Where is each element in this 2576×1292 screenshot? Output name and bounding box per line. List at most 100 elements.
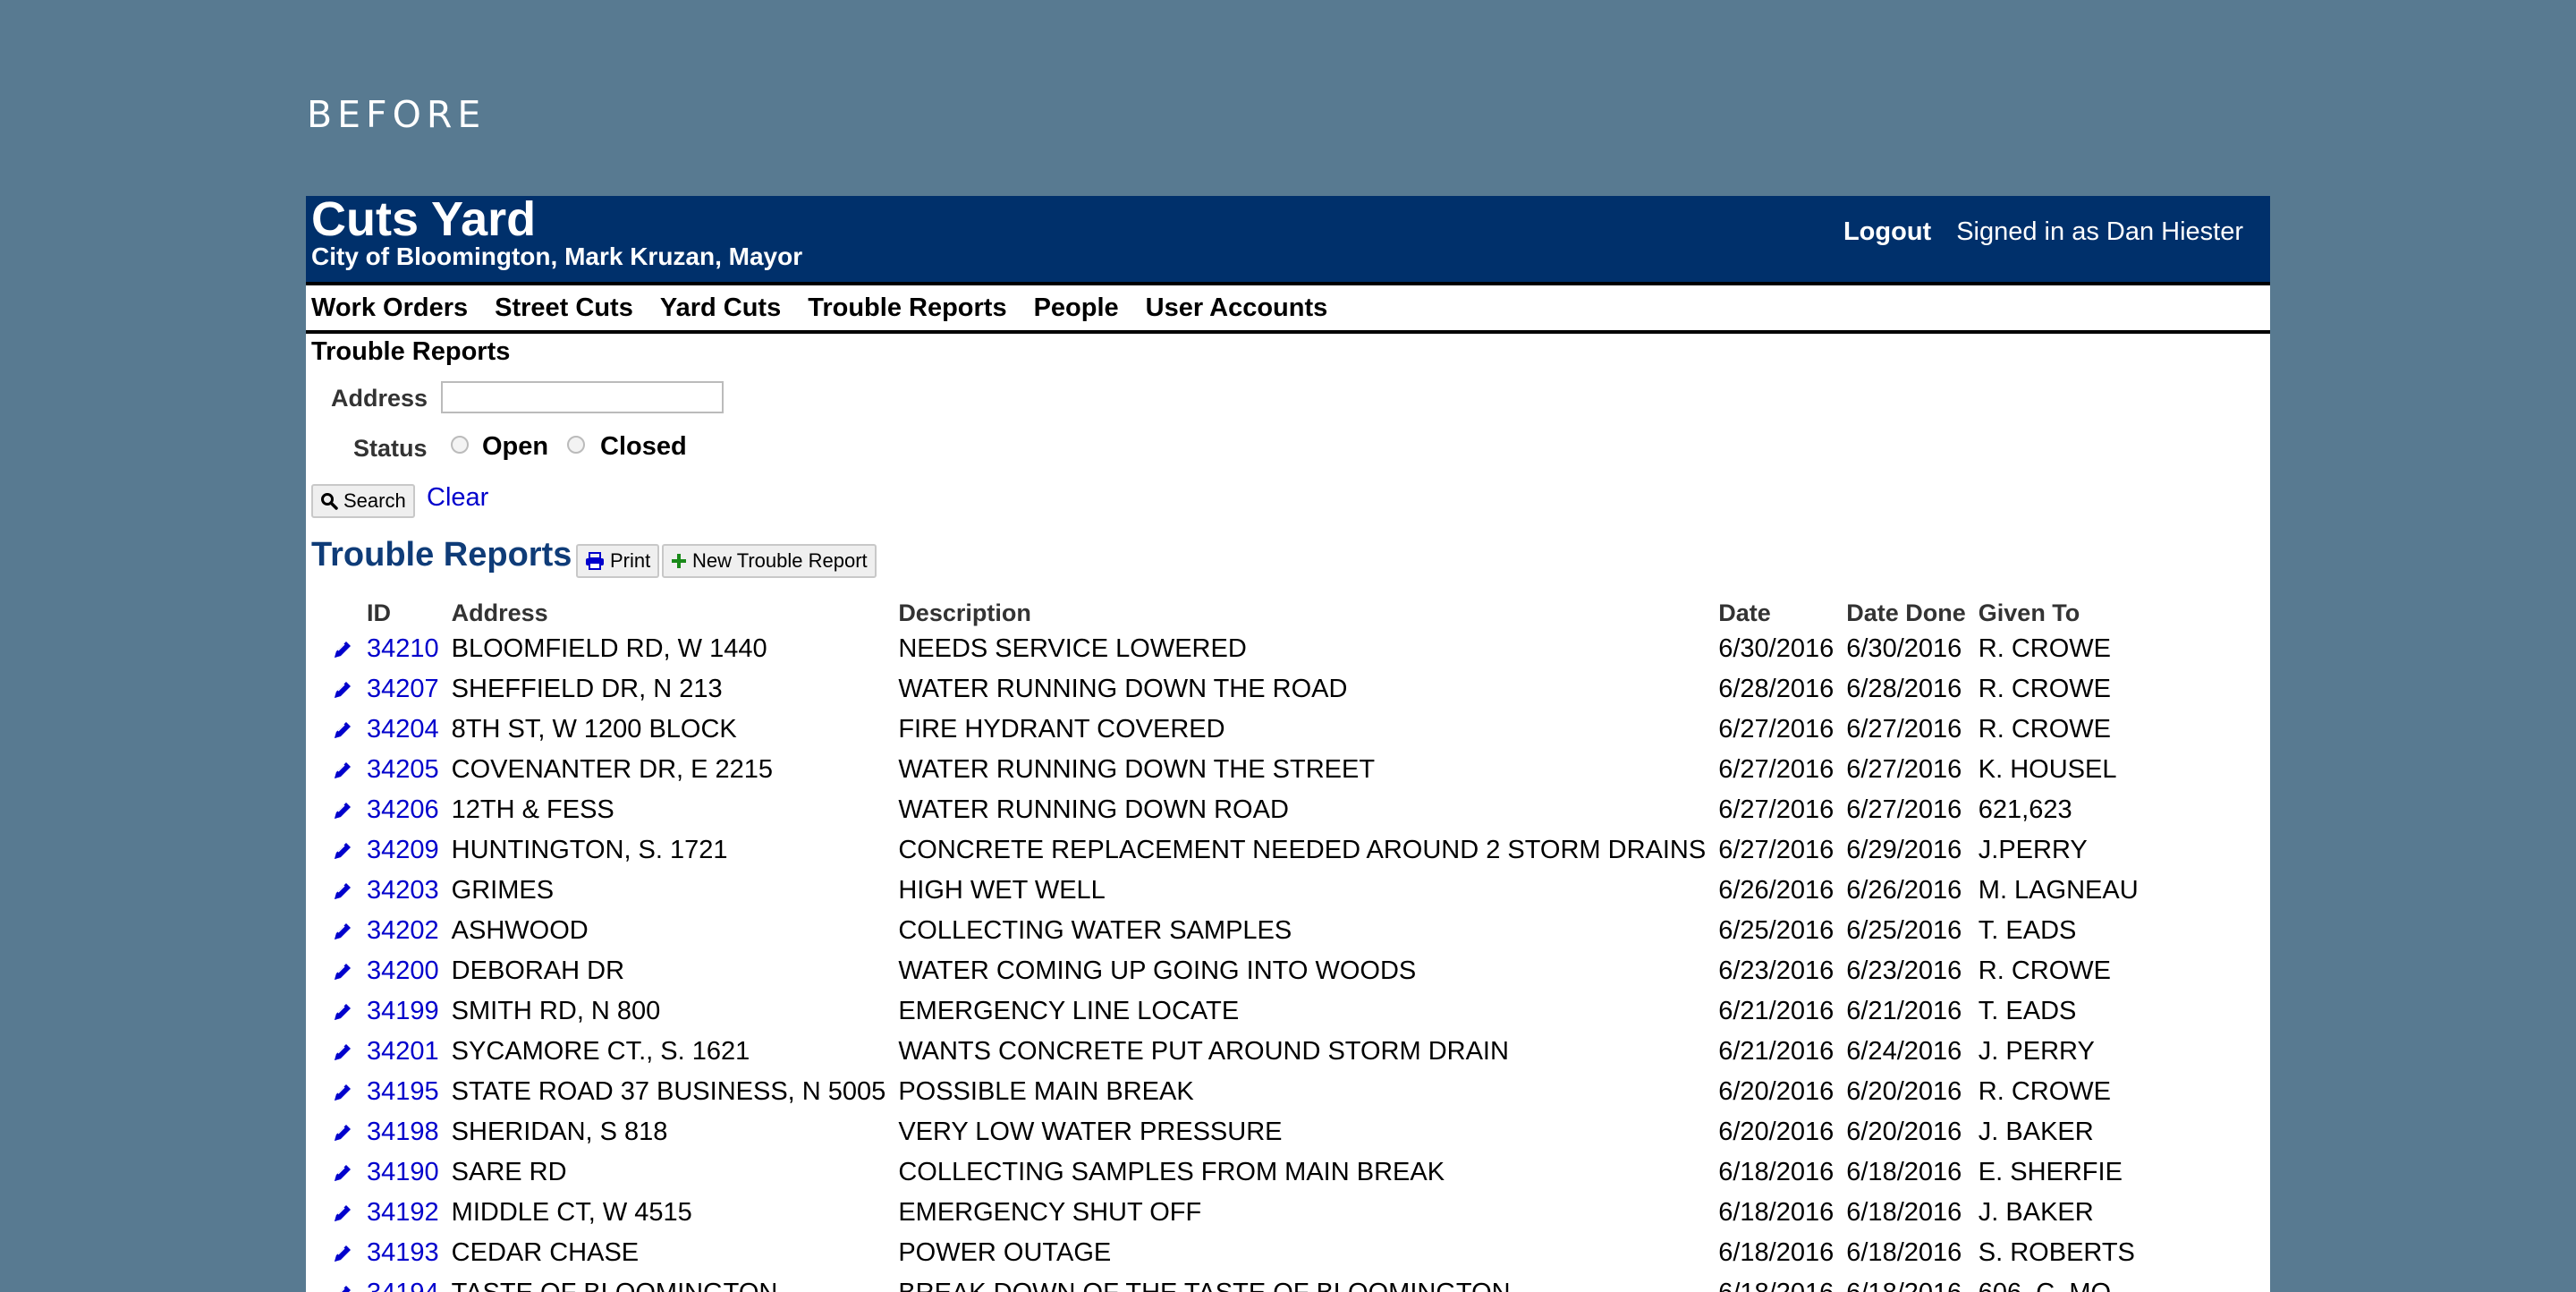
- pencil-icon[interactable]: [331, 920, 354, 943]
- cell-given-to: J. BAKER: [1978, 1198, 2094, 1227]
- cell-description: NEEDS SERVICE LOWERED: [898, 634, 1247, 663]
- report-id-link[interactable]: 34204: [367, 715, 439, 744]
- report-id-link[interactable]: 34206: [367, 795, 439, 824]
- pencil-icon[interactable]: [331, 1242, 354, 1265]
- report-id-link[interactable]: 34192: [367, 1198, 439, 1227]
- report-id-link[interactable]: 34200: [367, 956, 439, 985]
- edit-cell: [326, 1152, 361, 1193]
- pencil-icon[interactable]: [331, 1121, 354, 1144]
- report-id-link[interactable]: 34199: [367, 997, 439, 1025]
- cell-given-to: T. EADS: [1978, 916, 2077, 945]
- app-subtitle: City of Bloomington, Mark Kruzan, Mayor: [311, 242, 803, 270]
- report-id-link[interactable]: 34193: [367, 1238, 439, 1267]
- report-id-link[interactable]: 34203: [367, 876, 439, 905]
- cell-date-done: 6/18/2016: [1846, 1158, 1962, 1186]
- cell-given-to: R. CROWE: [1978, 634, 2111, 663]
- report-id-link[interactable]: 34207: [367, 675, 439, 703]
- cell-given-to: R. CROWE: [1978, 956, 2111, 985]
- cell-date-done: 6/27/2016: [1846, 715, 1962, 744]
- column-header-address: Address: [451, 599, 548, 626]
- table-row: 34190 SARE RD COLLECTING SAMPLES FROM MAIN…: [326, 1152, 2146, 1193]
- pencil-icon[interactable]: [331, 1000, 354, 1024]
- report-id-link[interactable]: 34201: [367, 1037, 439, 1066]
- cell-address: TASTE OF BLOOMINGTON: [446, 1273, 894, 1292]
- search-panel: Trouble Reports Address Status Open Clos…: [306, 334, 2270, 540]
- column-header-given-to: Given To: [1978, 599, 2080, 626]
- cell-given-to: K. HOUSEL: [1978, 755, 2117, 784]
- table-row: 34209 HUNTINGTON, S. 1721 CONCRETE REPLACE…: [326, 830, 2146, 871]
- cell-given-to: R. CROWE: [1978, 675, 2111, 703]
- signed-in-text: Signed in as Dan Hiester: [1956, 217, 2243, 246]
- report-id-link[interactable]: 34195: [367, 1077, 439, 1106]
- cell-date-done: 6/25/2016: [1846, 916, 1962, 945]
- pencil-icon[interactable]: [331, 880, 354, 903]
- nav-yard-cuts[interactable]: Yard Cuts: [660, 293, 781, 323]
- pencil-icon[interactable]: [331, 1041, 354, 1064]
- cell-given-to: 606, C. MO: [1973, 1273, 2146, 1292]
- address-input[interactable]: [441, 381, 724, 413]
- pencil-icon[interactable]: [331, 1081, 354, 1104]
- cell-id: 34204: [361, 710, 446, 750]
- nav-people[interactable]: People: [1034, 293, 1119, 323]
- logout-link[interactable]: Logout: [1843, 217, 1931, 247]
- cell-date-done: 6/28/2016: [1846, 675, 1962, 703]
- pencil-icon[interactable]: [331, 1161, 354, 1185]
- cell-description: EMERGENCY SHUT OFF: [898, 1198, 1202, 1227]
- table-row: 34198 SHERIDAN, S 818 VERY LOW WATER PRESS…: [326, 1112, 2146, 1152]
- report-id-link[interactable]: 34202: [367, 916, 439, 945]
- report-id-link[interactable]: 34190: [367, 1158, 439, 1186]
- clear-link[interactable]: Clear: [427, 483, 488, 513]
- pencil-icon[interactable]: [331, 960, 354, 983]
- pencil-icon[interactable]: [331, 638, 354, 661]
- cell-id: 34198: [361, 1112, 446, 1152]
- pencil-icon[interactable]: [331, 678, 354, 701]
- search-button[interactable]: Search: [311, 484, 415, 518]
- report-id-link[interactable]: 34210: [367, 634, 439, 663]
- nav-work-orders[interactable]: Work Orders: [311, 293, 468, 323]
- edit-cell: [326, 1273, 361, 1292]
- new-trouble-report-button[interactable]: New Trouble Report: [662, 544, 877, 578]
- cell-date: 6/21/2016: [1718, 1037, 1835, 1066]
- cell-date-done: 6/29/2016: [1846, 836, 1962, 864]
- column-header-date-done: Date Done: [1846, 599, 1966, 626]
- pencil-icon[interactable]: [331, 799, 354, 822]
- edit-cell: [326, 830, 361, 871]
- cell-id: 34202: [361, 911, 446, 951]
- print-button[interactable]: Print: [576, 544, 660, 578]
- user-area: Logout Signed in as Dan Hiester: [1843, 217, 2243, 247]
- cell-date: 6/26/2016: [1718, 876, 1835, 905]
- cell-date-done: 6/20/2016: [1846, 1077, 1962, 1106]
- edit-cell: [326, 1233, 361, 1273]
- report-id-link[interactable]: 34194: [367, 1279, 439, 1292]
- cell-date: 6/27/2016: [1718, 755, 1835, 784]
- cell-date: 6/28/2016: [1718, 675, 1835, 703]
- cell-address: STATE ROAD 37 BUSINESS, N 5005: [451, 1077, 886, 1106]
- results-title: Trouble Reports: [311, 536, 572, 574]
- cell-date-done: 6/27/2016: [1846, 755, 1962, 784]
- pencil-icon[interactable]: [331, 1202, 354, 1225]
- cell-description: WATER RUNNING DOWN THE STREET: [898, 755, 1376, 784]
- report-id-link[interactable]: 34209: [367, 836, 439, 864]
- table-header-row: ID Address Description Date Date Done Gi…: [326, 597, 2146, 629]
- cell-date-done: 6/26/2016: [1846, 876, 1962, 905]
- address-label: Address: [331, 385, 428, 412]
- report-id-link[interactable]: 34205: [367, 755, 439, 784]
- table-row: 34206 12TH & FESS WATER RUNNING DOWN ROAD 6…: [326, 790, 2146, 830]
- nav-user-accounts[interactable]: User Accounts: [1146, 293, 1328, 323]
- cell-id: 34199: [361, 991, 446, 1032]
- pencil-icon[interactable]: [331, 839, 354, 863]
- pencil-icon[interactable]: [331, 718, 354, 742]
- search-button-label: Search: [343, 489, 406, 512]
- status-closed-radio[interactable]: [567, 436, 585, 454]
- column-header-description: Description: [898, 599, 1031, 626]
- pencil-icon[interactable]: [331, 759, 354, 782]
- table-row: 34203 GRIMES HIGH WET WELL 6/26/2016 6/26/20…: [326, 871, 2146, 911]
- nav-trouble-reports[interactable]: Trouble Reports: [808, 293, 1006, 323]
- report-id-link[interactable]: 34198: [367, 1118, 439, 1146]
- new-trouble-report-label: New Trouble Report: [692, 549, 868, 572]
- pencil-icon[interactable]: [331, 1282, 354, 1292]
- cell-date: 6/20/2016: [1718, 1118, 1835, 1146]
- cell-address: BLOOMFIELD RD, W 1440: [451, 634, 767, 663]
- nav-street-cuts[interactable]: Street Cuts: [495, 293, 633, 323]
- status-open-radio[interactable]: [451, 436, 469, 454]
